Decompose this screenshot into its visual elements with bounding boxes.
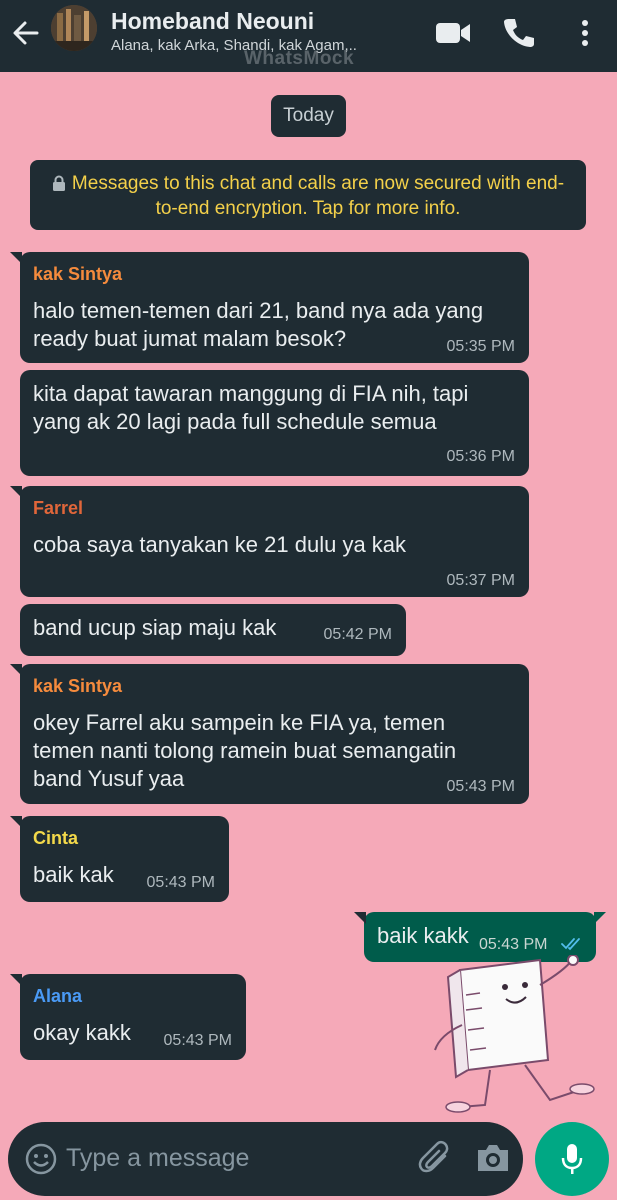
sender-name[interactable]: Alana xyxy=(33,986,82,1007)
encryption-notice-text: Messages to this chat and calls are now … xyxy=(71,173,565,219)
emoji-icon[interactable] xyxy=(24,1142,58,1176)
camera-icon[interactable] xyxy=(474,1140,512,1176)
message-bubble[interactable]: Cinta baik kak 05:43 PM xyxy=(10,816,229,902)
lock-icon xyxy=(52,175,65,191)
message-text: kita dapat tawaran manggung di FIA nih, … xyxy=(33,381,469,406)
message-text: baik kakk xyxy=(377,923,469,948)
message-time: 05:37 PM xyxy=(446,572,515,589)
message-bubble[interactable]: band ucup siap maju kak 05:42 PM xyxy=(20,604,406,656)
chat-title[interactable]: Homeband Neouni xyxy=(111,8,314,35)
message-text: coba saya tanyakan ke 21 dulu ya kak xyxy=(33,532,407,557)
chat-header: Homeband Neouni Alana, kak Arka, Shandi,… xyxy=(0,0,617,72)
message-bubble[interactable]: Alana okay kakk 05:43 PM xyxy=(10,974,246,1060)
encryption-notice[interactable]: Messages to this chat and calls are now … xyxy=(30,160,586,230)
message-text: okey Farrel aku sampein ke FIA ya, temen xyxy=(33,710,446,735)
back-arrow-icon[interactable] xyxy=(8,16,42,50)
message-text: halo temen-temen dari 21, band nya ada y… xyxy=(33,298,484,323)
attach-icon[interactable] xyxy=(417,1140,453,1176)
app-watermark: WhatsMock xyxy=(244,48,355,69)
message-text: temen nanti tolong ramein buat semangati… xyxy=(33,738,457,763)
message-input[interactable]: Type a message xyxy=(66,1144,249,1173)
video-call-icon[interactable] xyxy=(434,16,472,50)
sender-name[interactable]: kak Sintya xyxy=(33,676,122,697)
message-text: baik kak xyxy=(33,862,114,887)
more-vert-icon[interactable] xyxy=(566,16,604,50)
message-bubble[interactable]: kita dapat tawaran manggung di FIA nih, … xyxy=(20,370,529,476)
sender-name[interactable]: Cinta xyxy=(33,828,78,849)
message-bubble[interactable]: kak Sintya halo temen-temen dari 21, ban… xyxy=(10,252,529,363)
message-text: band Yusuf yaa xyxy=(33,766,185,791)
date-chip: Today xyxy=(271,95,346,137)
message-time: 05:43 PM xyxy=(146,874,215,891)
phone-icon[interactable] xyxy=(500,16,538,50)
message-bubble[interactable]: Farrel coba saya tanyakan ke 21 dulu ya … xyxy=(10,486,529,597)
message-text: yang ak 20 lagi pada full schedule semua xyxy=(33,409,437,434)
message-time: 05:43 PM xyxy=(163,1032,232,1049)
sender-name[interactable]: kak Sintya xyxy=(33,264,122,285)
message-time: 05:43 PM xyxy=(446,778,515,795)
mic-icon xyxy=(561,1144,583,1174)
message-time: 05:36 PM xyxy=(446,448,515,465)
message-bubble[interactable]: kak Sintya okey Farrel aku sampein ke FI… xyxy=(10,664,529,804)
sticker-image[interactable] xyxy=(430,955,600,1115)
sender-name[interactable]: Farrel xyxy=(33,498,83,519)
message-input-bar[interactable]: Type a message xyxy=(8,1122,523,1196)
message-text: ready buat jumat malam besok? xyxy=(33,326,347,351)
message-time: 05:43 PM xyxy=(479,936,548,953)
message-text: band ucup siap maju kak xyxy=(33,615,277,640)
read-receipt-icon xyxy=(561,938,580,951)
message-time: 05:35 PM xyxy=(446,338,515,355)
mic-button[interactable] xyxy=(535,1122,609,1196)
group-avatar[interactable] xyxy=(51,5,97,51)
message-text: okay kakk xyxy=(33,1020,131,1045)
message-time: 05:42 PM xyxy=(323,626,392,643)
